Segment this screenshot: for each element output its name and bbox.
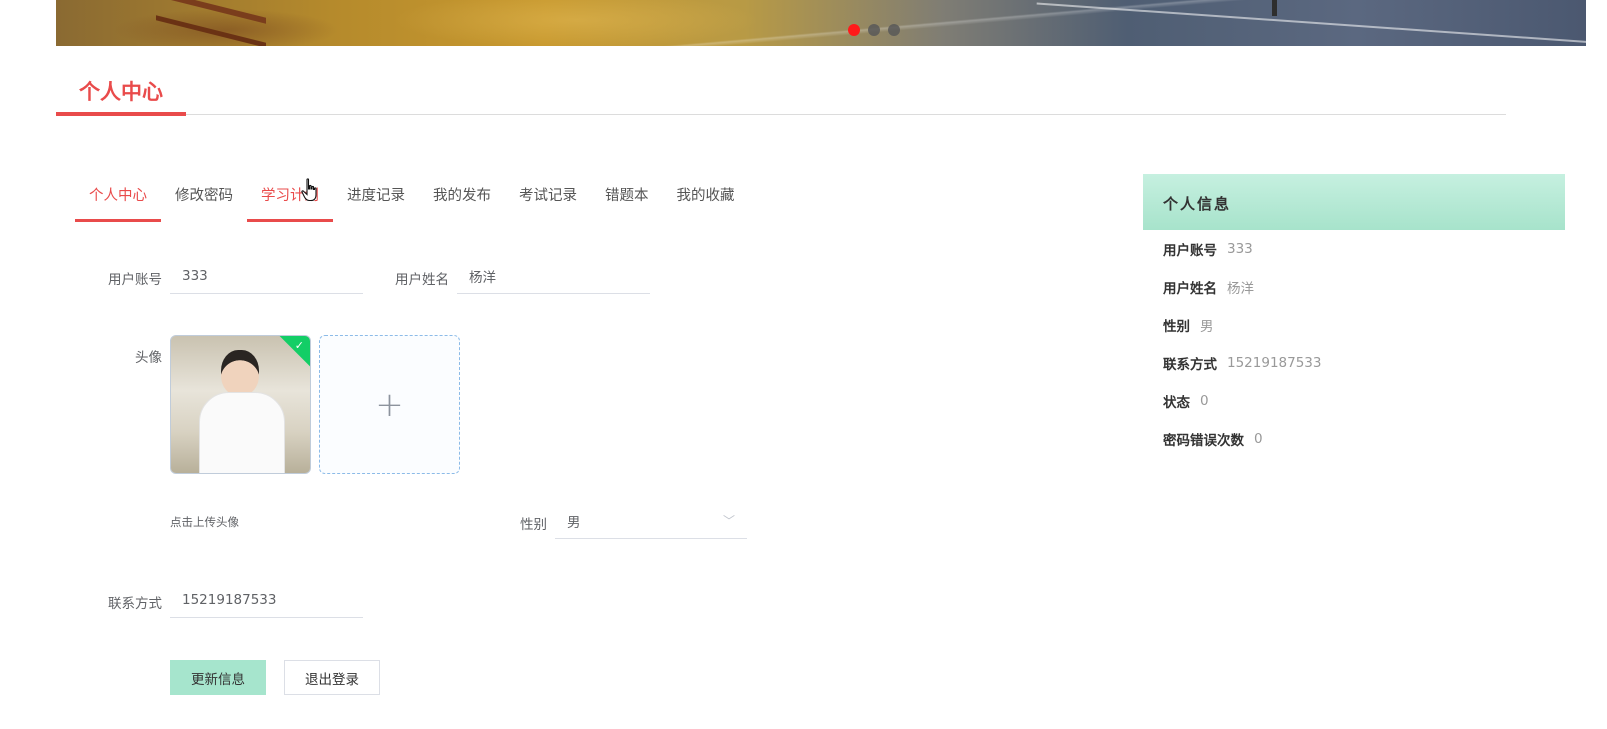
tab-progress-records[interactable]: 进度记录 bbox=[333, 176, 419, 222]
tab-my-favorites[interactable]: 我的收藏 bbox=[663, 176, 749, 222]
info-row-gender: 性别 男 bbox=[1143, 306, 1565, 344]
info-row-status: 状态 0 bbox=[1143, 382, 1565, 420]
avatar-label: 头像 bbox=[135, 350, 162, 366]
info-row-name: 用户姓名 杨洋 bbox=[1143, 268, 1565, 306]
info-value: 杨洋 bbox=[1227, 281, 1254, 297]
account-label: 用户账号 bbox=[108, 272, 162, 288]
personal-info-card: 个人信息 用户账号 333 用户姓名 杨洋 性别 男 联系方式 15219187… bbox=[1143, 174, 1565, 458]
carousel-dot-1[interactable] bbox=[848, 24, 860, 36]
tab-my-posts[interactable]: 我的发布 bbox=[419, 176, 505, 222]
info-row-password-errors: 密码错误次数 0 bbox=[1143, 420, 1565, 458]
info-value: 男 bbox=[1200, 319, 1214, 335]
personal-info-title: 个人信息 bbox=[1143, 174, 1565, 230]
info-value: 333 bbox=[1227, 241, 1253, 257]
info-key: 用户账号 bbox=[1163, 243, 1217, 259]
gender-select[interactable]: 男 ﹀ bbox=[555, 503, 747, 539]
upload-tip: 点击上传头像 bbox=[170, 515, 239, 529]
plus-icon: + bbox=[375, 384, 404, 425]
banner-carousel[interactable] bbox=[56, 0, 1586, 46]
tab-profile[interactable]: 个人中心 bbox=[75, 176, 161, 222]
info-value: 15219187533 bbox=[1227, 355, 1322, 371]
chevron-down-icon: ﹀ bbox=[722, 514, 735, 528]
section-divider bbox=[186, 114, 1506, 115]
name-input[interactable] bbox=[457, 258, 650, 294]
tab-change-password[interactable]: 修改密码 bbox=[161, 176, 247, 222]
page: 个人中心 个人中心 修改密码 学习计划 进度记录 我的发布 考试记录 错题本 我… bbox=[0, 0, 1607, 729]
logout-button[interactable]: 退出登录 bbox=[284, 660, 380, 695]
carousel-indicators bbox=[848, 24, 900, 36]
phone-input[interactable] bbox=[170, 582, 363, 618]
info-key: 状态 bbox=[1163, 395, 1190, 411]
profile-tabs: 个人中心 修改密码 学习计划 进度记录 我的发布 考试记录 错题本 我的收藏 bbox=[75, 176, 749, 222]
info-key: 性别 bbox=[1163, 319, 1190, 335]
tab-study-plan[interactable]: 学习计划 bbox=[247, 176, 333, 222]
avatar-photo-body bbox=[199, 392, 285, 473]
section-title: 个人中心 bbox=[56, 70, 186, 116]
banner-bench-graphic bbox=[156, 0, 266, 46]
info-key: 用户姓名 bbox=[1163, 281, 1217, 297]
update-info-button[interactable]: 更新信息 bbox=[170, 660, 266, 695]
account-input[interactable] bbox=[170, 258, 363, 294]
gender-label: 性别 bbox=[520, 517, 547, 533]
name-label: 用户姓名 bbox=[395, 272, 449, 288]
gender-selected-value: 男 bbox=[567, 514, 581, 531]
info-row-account: 用户账号 333 bbox=[1143, 230, 1565, 268]
check-icon: ✓ bbox=[294, 339, 304, 352]
hand-pointer-icon bbox=[301, 178, 317, 202]
avatar-preview[interactable]: ✓ bbox=[170, 335, 311, 474]
info-row-phone: 联系方式 15219187533 bbox=[1143, 344, 1565, 382]
banner-pole-graphic bbox=[1272, 0, 1277, 16]
tab-exam-records[interactable]: 考试记录 bbox=[505, 176, 591, 222]
phone-label: 联系方式 bbox=[108, 596, 162, 612]
banner-court-line bbox=[1036, 2, 1586, 44]
tab-wrong-questions[interactable]: 错题本 bbox=[591, 176, 663, 222]
carousel-dot-2[interactable] bbox=[868, 24, 880, 36]
info-key: 联系方式 bbox=[1163, 357, 1217, 373]
avatar-upload-button[interactable]: + bbox=[319, 335, 460, 474]
carousel-dot-3[interactable] bbox=[888, 24, 900, 36]
info-key: 密码错误次数 bbox=[1163, 433, 1244, 449]
info-value: 0 bbox=[1200, 393, 1209, 409]
info-value: 0 bbox=[1254, 431, 1263, 447]
avatar-photo-head bbox=[221, 350, 259, 396]
